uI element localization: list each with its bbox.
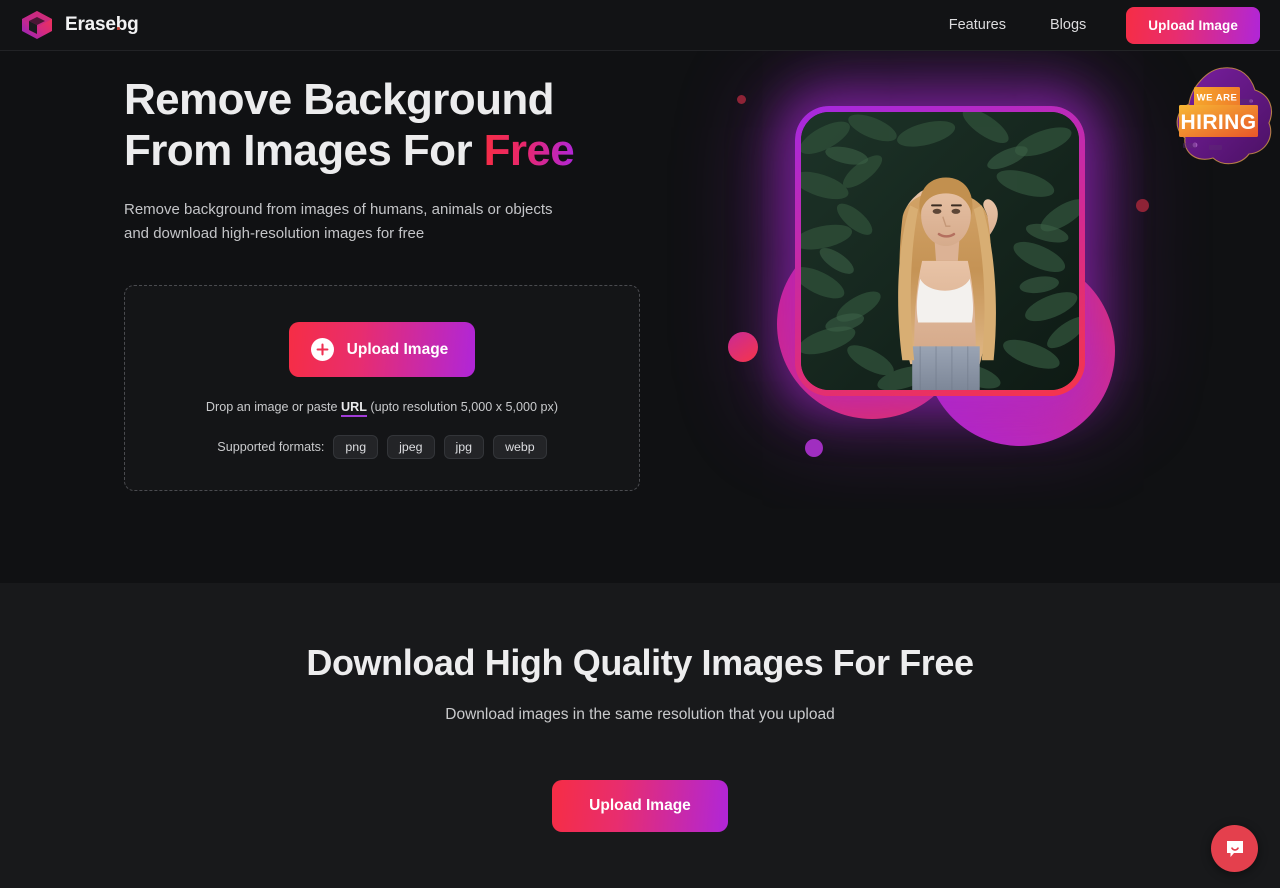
supported-formats-label: Supported formats: (217, 440, 325, 454)
hero-image-frame (795, 106, 1085, 396)
header-upload-image-button[interactable]: Upload Image (1126, 6, 1260, 44)
hero-subtitle-line-1: Remove background from images of humans,… (124, 201, 553, 218)
plus-icon (310, 338, 334, 361)
we-are-hiring-badge[interactable]: WE ARE HIRING (1165, 57, 1280, 172)
site-header: Erase. bg Features Blogs Upload Image (0, 0, 1280, 51)
format-chip-webp: webp (493, 435, 547, 459)
erasebg-cube-logo (20, 10, 54, 40)
chat-widget-button[interactable] (1211, 825, 1258, 872)
dropzone-hint-prefix: Drop an image or paste (205, 400, 342, 414)
format-chip-png: png (333, 435, 379, 459)
hero-subtitle-line-2: and download high-resolution images for … (124, 225, 425, 242)
hero-photo (801, 112, 1079, 390)
decorative-dot-2 (728, 332, 758, 362)
dropzone-upload-image-button[interactable]: Upload Image (288, 322, 476, 377)
download-section: Download High Quality Images For Free Do… (0, 583, 1280, 888)
hero-title-highlight: Free (483, 126, 575, 175)
chat-bubble-smile-icon (1223, 837, 1247, 861)
nav-blogs[interactable]: Blogs (1028, 9, 1108, 41)
page-title: Remove Background From Images For Free (124, 74, 684, 176)
hiring-badge-line-1: WE ARE (1197, 93, 1238, 104)
decorative-dot-1 (737, 95, 746, 104)
download-section-title: Download High Quality Images For Free (306, 642, 974, 683)
dropzone-hint: Drop an image or paste URL (upto resolut… (205, 400, 559, 417)
supported-formats: Supported formats: png jpeg jpg webp (217, 435, 547, 459)
download-section-subtitle: Download images in the same resolution t… (445, 706, 835, 723)
hero-title-line-2: From Images For (124, 126, 484, 175)
hero-subtitle: Remove background from images of humans,… (124, 198, 684, 246)
decorative-dot-3 (805, 439, 823, 457)
dropzone-hint-suffix: (upto resolution 5,000 x 5,000 px) (366, 400, 559, 414)
image-dropzone[interactable]: Upload Image Drop an image or paste URL … (124, 285, 640, 491)
download-section-upload-button[interactable]: Upload Image (552, 780, 728, 832)
hiring-badge-line-2: HIRING (1181, 111, 1257, 134)
format-chip-jpg: jpg (443, 435, 485, 459)
format-chip-jpeg: jpeg (387, 435, 435, 459)
brand-name: Erase. bg (65, 14, 139, 35)
brand-logo[interactable]: Erase. bg (20, 10, 139, 40)
paste-url-link[interactable]: URL (341, 400, 367, 417)
decorative-dot-4 (1136, 199, 1149, 212)
hero-copy: Remove Background From Images For Free R… (124, 74, 684, 246)
hero-artwork (695, 51, 1156, 507)
hero-section: Remove Background From Images For Free R… (0, 51, 1280, 583)
dropzone-upload-label: Upload Image (346, 340, 449, 358)
nav-features[interactable]: Features (927, 9, 1028, 41)
hero-title-line-1: Remove Background (124, 75, 555, 124)
main-navigation: Features Blogs Upload Image (927, 6, 1280, 44)
